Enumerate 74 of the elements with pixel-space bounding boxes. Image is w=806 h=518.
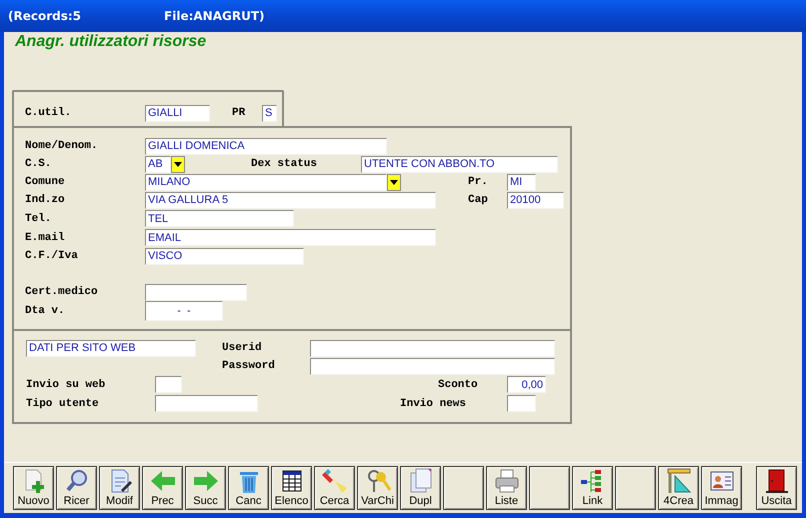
input-field[interactable] (310, 358, 555, 374)
field-label: Cert.medico (25, 286, 99, 298)
toolbar-button[interactable]: Dupl (400, 466, 441, 510)
field-label: Cap (468, 194, 489, 206)
field-label: E.mail (25, 232, 66, 244)
form-heading: Anagr. utilizzatori risorse (15, 33, 208, 51)
field-label: Nome/Denom. (25, 140, 99, 152)
field-label: Dta v. (25, 305, 66, 317)
input-field[interactable]: VIA GALLURA 5 (145, 192, 436, 208)
flashlight-icon (322, 468, 348, 494)
file-name: File:ANAGRUT) (164, 9, 265, 23)
field-label: PR (232, 107, 246, 119)
toolbar-button[interactable]: Succ (185, 466, 226, 510)
field-label: Comune (25, 176, 66, 188)
toolbar-button[interactable]: Canc (228, 466, 269, 510)
field-label: C.F./Iva (25, 250, 79, 262)
input-field[interactable]: UTENTE CON ABBON.TO (361, 156, 558, 172)
input-field[interactable]: 20100 (507, 192, 564, 208)
field-label: Pr. (468, 176, 489, 188)
field-label: Invio news (400, 398, 468, 410)
ruler-triangle-icon (666, 468, 692, 494)
section-field[interactable]: DATI PER SITO WEB (26, 340, 196, 356)
input-field[interactable]: GIALLI (145, 104, 210, 122)
toolbar-button[interactable]: Link (572, 466, 613, 510)
input-field[interactable]: MI (507, 174, 536, 190)
input-field[interactable]: EMAIL (145, 229, 436, 246)
field-label: C.S. (25, 158, 52, 170)
dropdown-button[interactable] (387, 174, 401, 190)
input-field[interactable]: GIALLI DOMENICA (145, 138, 387, 154)
input-field[interactable]: 0,00 (507, 376, 546, 393)
dropdown-button[interactable] (171, 156, 185, 172)
input-field[interactable]: VISCO (145, 248, 304, 264)
toolbar-button[interactable]: Modif (99, 466, 140, 510)
toolbar-button[interactable]: Uscita (756, 466, 797, 510)
field-label: Invio su web (26, 378, 106, 390)
toolbar-button[interactable]: Ricer (56, 466, 97, 510)
input-field[interactable] (310, 340, 555, 356)
input-field[interactable] (145, 284, 247, 300)
input-field[interactable]: TEL (145, 210, 294, 227)
caret-icon (174, 162, 182, 166)
input-field[interactable]: S (262, 104, 277, 122)
field-label: Tel. (25, 212, 52, 224)
toolbar-button[interactable]: Elenco (271, 466, 312, 510)
magnifier-icon (64, 468, 90, 494)
toolbar-button[interactable]: Nuovo (13, 466, 54, 510)
input-field[interactable]: - - (145, 301, 223, 321)
empty-button[interactable] (443, 466, 484, 510)
empty-button[interactable] (615, 466, 656, 510)
input-field[interactable]: MILANO (145, 174, 387, 190)
field-label: Sconto (438, 378, 479, 390)
door-icon (764, 468, 790, 494)
toolbar-button[interactable]: VarChi (357, 466, 398, 510)
input-field[interactable] (155, 376, 182, 393)
field-label: Tipo utente (26, 398, 100, 410)
toolbar-button[interactable]: 4Crea (658, 466, 699, 510)
field-label: C.util. (25, 107, 72, 119)
field-label: Userid (222, 342, 263, 354)
toolbar-button[interactable]: Prec (142, 466, 183, 510)
documents-icon (408, 468, 434, 494)
caret-icon (390, 180, 398, 184)
input-field[interactable] (507, 395, 536, 412)
field-label: Ind.zo (25, 194, 66, 206)
left-arrow-icon (150, 468, 176, 494)
input-field[interactable]: AB (145, 156, 171, 172)
toolbar-button[interactable]: Liste (486, 466, 527, 510)
input-field[interactable] (155, 395, 258, 412)
records-count: (Records:5 (8, 9, 82, 23)
printer-icon (494, 468, 520, 494)
field-label: Password (222, 360, 276, 372)
toolbar-button[interactable]: Immag (701, 466, 742, 510)
field-label: Dex status (251, 158, 318, 170)
empty-button[interactable] (529, 466, 570, 510)
right-arrow-icon (192, 468, 218, 494)
toolbar-button[interactable]: Cerca (314, 466, 355, 510)
